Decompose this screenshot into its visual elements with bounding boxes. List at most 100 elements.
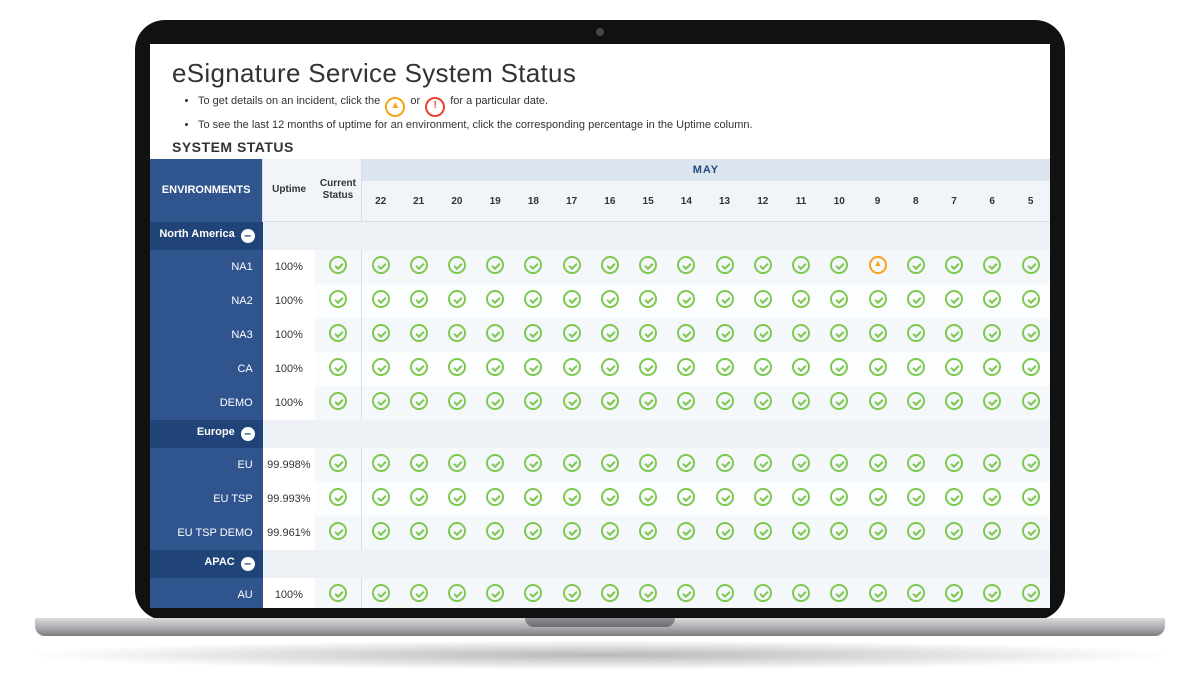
check-icon[interactable]: [754, 392, 772, 410]
check-icon[interactable]: [677, 488, 695, 506]
check-icon[interactable]: [563, 290, 581, 308]
check-icon[interactable]: [792, 290, 810, 308]
check-icon[interactable]: [486, 454, 504, 472]
check-icon[interactable]: [754, 584, 772, 602]
check-icon[interactable]: [792, 522, 810, 540]
check-icon[interactable]: [448, 584, 466, 602]
check-icon[interactable]: [448, 454, 466, 472]
collapse-icon[interactable]: –: [241, 229, 255, 243]
check-icon[interactable]: [716, 290, 734, 308]
check-icon[interactable]: [945, 256, 963, 274]
check-icon[interactable]: [524, 256, 542, 274]
check-icon[interactable]: [716, 392, 734, 410]
check-icon[interactable]: [945, 358, 963, 376]
collapse-icon[interactable]: –: [241, 557, 255, 571]
check-icon[interactable]: [486, 290, 504, 308]
check-icon[interactable]: [830, 256, 848, 274]
check-icon[interactable]: [983, 324, 1001, 342]
check-icon[interactable]: [677, 290, 695, 308]
check-icon[interactable]: [410, 584, 428, 602]
check-icon[interactable]: [792, 358, 810, 376]
check-icon[interactable]: [1022, 522, 1040, 540]
check-icon[interactable]: [869, 454, 887, 472]
uptime-link[interactable]: 100%: [275, 295, 303, 307]
check-icon[interactable]: [983, 488, 1001, 506]
check-icon[interactable]: [830, 358, 848, 376]
check-icon[interactable]: [1022, 358, 1040, 376]
uptime-link[interactable]: 99.998%: [267, 459, 310, 471]
check-icon[interactable]: [486, 522, 504, 540]
check-icon[interactable]: [754, 454, 772, 472]
check-icon[interactable]: [716, 358, 734, 376]
check-icon[interactable]: [677, 256, 695, 274]
region-header[interactable]: Europe–: [150, 420, 263, 448]
check-icon[interactable]: [329, 522, 347, 540]
check-icon[interactable]: [983, 392, 1001, 410]
check-icon[interactable]: [329, 488, 347, 506]
check-icon[interactable]: [792, 488, 810, 506]
check-icon[interactable]: [907, 358, 925, 376]
check-icon[interactable]: [372, 584, 390, 602]
region-header[interactable]: North America–: [150, 222, 263, 250]
check-icon[interactable]: [372, 392, 390, 410]
uptime-link[interactable]: 100%: [275, 589, 303, 601]
check-icon[interactable]: [869, 392, 887, 410]
check-icon[interactable]: [869, 584, 887, 602]
check-icon[interactable]: [716, 454, 734, 472]
check-icon[interactable]: [410, 256, 428, 274]
check-icon[interactable]: [945, 290, 963, 308]
check-icon[interactable]: [448, 522, 466, 540]
check-icon[interactable]: [410, 522, 428, 540]
check-icon[interactable]: [524, 584, 542, 602]
check-icon[interactable]: [907, 256, 925, 274]
check-icon[interactable]: [1022, 488, 1040, 506]
check-icon[interactable]: [869, 522, 887, 540]
check-icon[interactable]: [716, 324, 734, 342]
check-icon[interactable]: [601, 454, 619, 472]
check-icon[interactable]: [907, 584, 925, 602]
check-icon[interactable]: [830, 392, 848, 410]
check-icon[interactable]: [524, 324, 542, 342]
check-icon[interactable]: [563, 454, 581, 472]
check-icon[interactable]: [830, 454, 848, 472]
check-icon[interactable]: [563, 584, 581, 602]
check-icon[interactable]: [945, 522, 963, 540]
check-icon[interactable]: [983, 290, 1001, 308]
check-icon[interactable]: [983, 256, 1001, 274]
check-icon[interactable]: [372, 358, 390, 376]
check-icon[interactable]: [945, 488, 963, 506]
check-icon[interactable]: [677, 358, 695, 376]
check-icon[interactable]: [486, 324, 504, 342]
check-icon[interactable]: [792, 256, 810, 274]
check-icon[interactable]: [1022, 454, 1040, 472]
check-icon[interactable]: [983, 584, 1001, 602]
uptime-link[interactable]: 99.993%: [267, 493, 310, 505]
check-icon[interactable]: [410, 324, 428, 342]
check-icon[interactable]: [524, 358, 542, 376]
check-icon[interactable]: [486, 256, 504, 274]
check-icon[interactable]: [754, 522, 772, 540]
check-icon[interactable]: [563, 392, 581, 410]
check-icon[interactable]: [601, 324, 619, 342]
check-icon[interactable]: [945, 392, 963, 410]
check-icon[interactable]: [601, 488, 619, 506]
check-icon[interactable]: [1022, 324, 1040, 342]
check-icon[interactable]: [524, 488, 542, 506]
check-icon[interactable]: [869, 324, 887, 342]
check-icon[interactable]: [907, 392, 925, 410]
check-icon[interactable]: [410, 290, 428, 308]
check-icon[interactable]: [601, 392, 619, 410]
check-icon[interactable]: [486, 584, 504, 602]
check-icon[interactable]: [639, 454, 657, 472]
check-icon[interactable]: [830, 522, 848, 540]
warning-icon[interactable]: [869, 256, 887, 274]
check-icon[interactable]: [448, 256, 466, 274]
check-icon[interactable]: [601, 358, 619, 376]
check-icon[interactable]: [677, 392, 695, 410]
check-icon[interactable]: [410, 358, 428, 376]
check-icon[interactable]: [754, 290, 772, 308]
check-icon[interactable]: [486, 392, 504, 410]
check-icon[interactable]: [639, 584, 657, 602]
check-icon[interactable]: [639, 358, 657, 376]
check-icon[interactable]: [372, 522, 390, 540]
